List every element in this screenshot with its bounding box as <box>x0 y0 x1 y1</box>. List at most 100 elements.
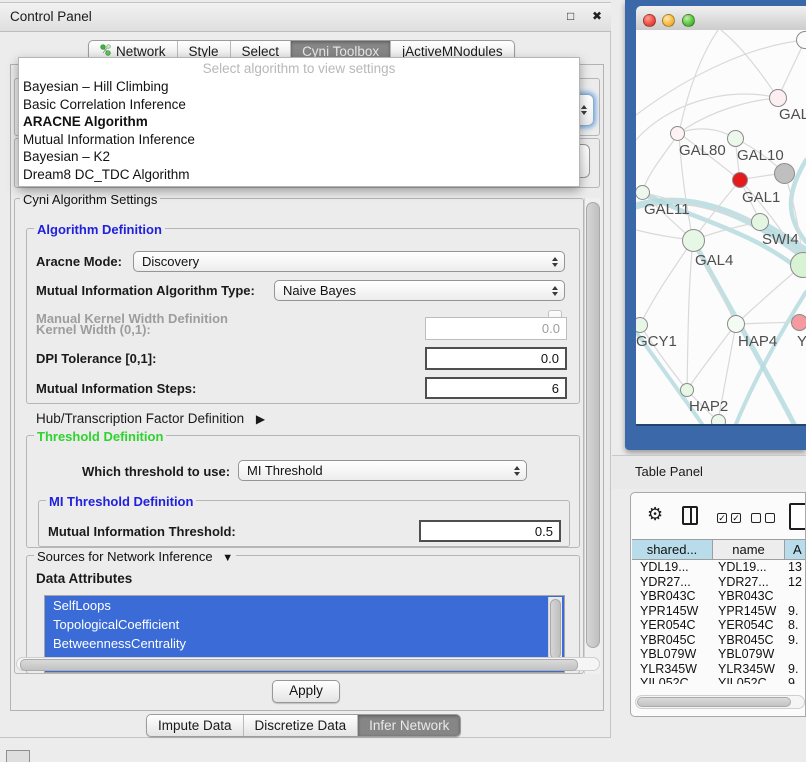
attributes-scrollbar-thumb[interactable] <box>550 599 561 659</box>
sources-group-title[interactable]: Sources for Network Inference ▼ <box>34 549 236 564</box>
network-window-titlebar[interactable] <box>636 6 806 31</box>
tab-discretize-data[interactable]: Discretize Data <box>243 715 358 736</box>
node-label: SWI4 <box>762 231 799 248</box>
threshold-definition-title: Threshold Definition <box>34 429 166 444</box>
algorithm-option[interactable]: Basic Correlation Inference <box>19 96 579 114</box>
network-node[interactable] <box>727 315 745 333</box>
table-cell: YER054C <box>632 618 712 633</box>
dpi-tolerance-field[interactable] <box>425 347 567 370</box>
network-node[interactable] <box>670 126 685 141</box>
table-panel-window: ⚙ ✓ ✓ shared... name A YDL19...YDL19...1… <box>630 492 806 717</box>
close-traffic-light-icon[interactable] <box>643 14 656 27</box>
network-node[interactable] <box>751 213 769 231</box>
tab-impute-data[interactable]: Impute Data <box>147 715 243 736</box>
deselect-all-checkbox-icon[interactable] <box>765 513 775 523</box>
settings-hscrollbar-thumb[interactable] <box>20 659 578 671</box>
network-canvas[interactable]: GALGAL80GAL10GAL1GAL11SWI4GAL4GCY1HAP4YH… <box>636 30 806 426</box>
table-row[interactable]: YBR043CYBR043C <box>632 589 806 604</box>
tab-infer-network[interactable]: Infer Network <box>357 715 460 736</box>
network-edge <box>679 98 778 133</box>
attribute-item[interactable]: BetweennessCentrality <box>45 634 564 653</box>
algorithm-option[interactable]: ARACNE Algorithm <box>19 113 579 131</box>
network-node[interactable] <box>732 172 748 188</box>
aracne-mode-combobox[interactable]: Discovery <box>133 251 565 272</box>
network-edge <box>687 324 736 390</box>
table-cell: YBR045C <box>712 633 784 648</box>
node-label: GAL1 <box>742 189 780 206</box>
select-all-checkbox-icon[interactable]: ✓ <box>717 513 727 523</box>
tab-infer-network-label: Infer Network <box>369 718 449 733</box>
network-node[interactable] <box>682 229 705 252</box>
table-row[interactable]: YER054CYER054C8. <box>632 618 806 633</box>
table-row[interactable]: YIL052CYIL052C9. <box>632 676 806 684</box>
column-header-name[interactable]: name <box>713 539 785 560</box>
table-cell: 8. <box>784 618 806 633</box>
column-header-shared[interactable]: shared... <box>632 539 713 560</box>
dock-grip[interactable] <box>6 750 30 762</box>
combo-stepper-icon <box>581 105 587 115</box>
network-node[interactable] <box>680 383 694 397</box>
mi-threshold-label: Mutual Information Threshold: <box>48 524 236 539</box>
tab-impute-data-label: Impute Data <box>158 718 232 733</box>
node-label: HAP4 <box>738 333 777 350</box>
float-window-icon[interactable]: □ <box>567 9 574 23</box>
network-node[interactable] <box>769 89 787 107</box>
close-icon[interactable]: ✖ <box>592 9 602 23</box>
kernel-width-field[interactable] <box>425 317 567 340</box>
aracne-mode-value: Discovery <box>142 254 199 269</box>
network-edge <box>679 30 718 133</box>
apply-button[interactable]: Apply <box>272 680 340 703</box>
data-attributes-label: Data Attributes <box>36 571 132 586</box>
table-cell: YDL19... <box>712 560 784 575</box>
network-edge <box>642 133 679 192</box>
algorithm-option[interactable]: Mutual Information Inference <box>19 131 579 149</box>
mi-steps-label: Mutual Information Steps: <box>36 381 196 396</box>
attribute-item[interactable]: TopologicalCoefficient <box>45 615 564 634</box>
table-cell: 12 <box>784 575 806 590</box>
zoom-traffic-light-icon[interactable] <box>682 14 695 27</box>
network-node[interactable] <box>791 314 806 331</box>
network-node[interactable] <box>711 414 726 427</box>
mi-threshold-field[interactable] <box>419 520 561 542</box>
table-cell: YBL079W <box>632 647 712 662</box>
combo-stepper-icon <box>514 466 520 476</box>
table-row[interactable]: YLR345WYLR345W9. <box>632 662 806 677</box>
select-all-checkbox-icon[interactable]: ✓ <box>731 513 741 523</box>
minimize-traffic-light-icon[interactable] <box>662 14 675 27</box>
new-table-icon[interactable] <box>789 503 806 530</box>
network-edge <box>640 240 693 325</box>
table-row[interactable]: YBR045CYBR045C9. <box>632 633 806 648</box>
table-cell <box>784 589 806 604</box>
network-node[interactable] <box>727 130 744 147</box>
settings-scrollbar-thumb[interactable] <box>586 202 600 648</box>
table-hscrollbar-thumb[interactable] <box>637 697 791 707</box>
deselect-all-checkbox-icon[interactable] <box>751 513 761 523</box>
table-cell: YDL19... <box>632 560 712 575</box>
network-node[interactable] <box>774 163 795 184</box>
table-row[interactable]: YDL19...YDL19...13 <box>632 560 806 575</box>
mi-type-combobox[interactable]: Naive Bayes <box>274 280 565 301</box>
gear-icon[interactable]: ⚙ <box>647 504 663 525</box>
attribute-item[interactable]: SelfLoops <box>45 596 564 615</box>
algorithm-option[interactable]: Dream8 DC_TDC Algorithm <box>19 166 579 184</box>
algorithm-option[interactable]: Bayesian – K2 <box>19 148 579 166</box>
table-cell: YER054C <box>712 618 784 633</box>
columns-icon[interactable] <box>682 506 698 525</box>
sources-title-label: Sources for Network Inference <box>37 549 213 564</box>
hub-definition-toggle[interactable]: Hub/Transcription Factor Definition ▶ <box>36 411 265 426</box>
algorithm-option[interactable]: Bayesian – Hill Climbing <box>19 78 579 96</box>
table-row[interactable]: YDR27...YDR27...12 <box>632 575 806 590</box>
node-label: GAL80 <box>679 142 726 159</box>
table-cell: 9. <box>784 676 806 684</box>
node-label: GAL10 <box>737 147 784 164</box>
expand-arrow-icon: ▶ <box>256 412 265 426</box>
node-label: GAL4 <box>695 252 733 269</box>
mi-steps-field[interactable] <box>425 377 567 399</box>
network-edge <box>736 322 799 324</box>
which-threshold-combobox[interactable]: MI Threshold <box>238 460 527 481</box>
table-row[interactable]: YBL079WYBL079W <box>632 647 806 662</box>
column-header-partial[interactable]: A <box>785 539 806 560</box>
network-node[interactable] <box>636 185 650 200</box>
table-cell: 9. <box>784 633 806 648</box>
table-row[interactable]: YPR145WYPR145W9. <box>632 604 806 619</box>
